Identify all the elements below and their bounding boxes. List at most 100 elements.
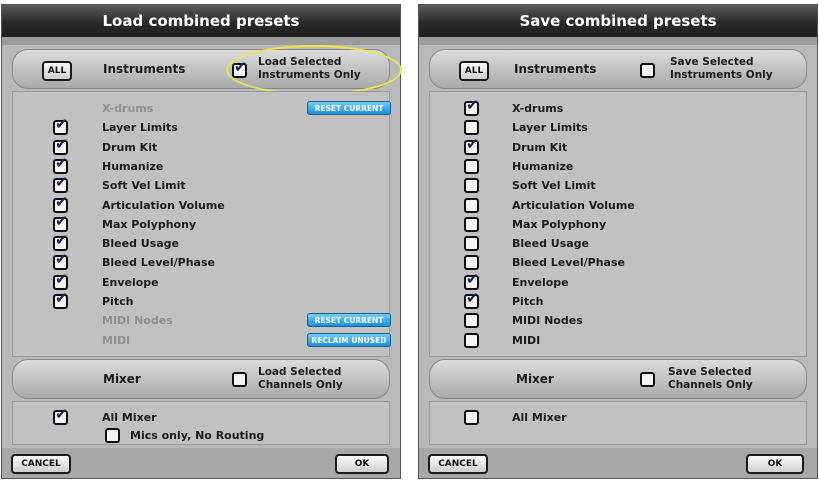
reset-current-button[interactable]: RESET CURRENT (307, 313, 391, 328)
item-label-x-drums: X-drums (512, 102, 564, 115)
item-label-soft-vel-limit: Soft Vel Limit (102, 179, 186, 193)
instruments-header: ALL Instruments Save Selected Instrument… (429, 49, 807, 89)
ok-button[interactable]: OK (335, 454, 389, 474)
checkbox-midi-nodes[interactable] (464, 313, 479, 329)
checkbox-bleed-usage[interactable] (464, 236, 479, 252)
cancel-button[interactable]: CANCEL (11, 454, 71, 474)
checkbox-articulation-volume[interactable] (464, 197, 479, 213)
checkmark-icon (55, 407, 68, 422)
checkbox-articulation-volume[interactable] (53, 195, 68, 213)
all-mixer-label: All Mixer (512, 411, 567, 424)
checkmark-icon (55, 137, 68, 152)
checkbox-drum-kit[interactable] (464, 139, 479, 155)
mixer-header: Mixer Load Selected Channels Only (12, 359, 390, 399)
all-mixer-label: All Mixer (102, 411, 157, 424)
save-selected-channels-checkbox[interactable] (640, 372, 655, 387)
item-label-articulation-volume: Articulation Volume (102, 198, 225, 212)
instruments-list: X-drums RESET CURRENT Layer Limits Drum Kit… (12, 91, 391, 357)
checkbox-midi[interactable] (464, 332, 479, 348)
checkbox-layer-limits[interactable] (53, 120, 68, 136)
all-mixer-checkbox[interactable] (53, 410, 68, 425)
checkmark-icon (55, 252, 68, 267)
item-label-midi-nodes: MIDI Nodes (102, 314, 173, 328)
item-label-bleed-level-phase: Bleed Level/Phase (102, 256, 215, 270)
save-selected-channels-label: Save Selected Channels Only (668, 366, 753, 391)
item-label-x-drums: X-drums (102, 102, 154, 115)
title-strip (419, 37, 817, 45)
mics-only-label: Mics only, No Routing (130, 429, 265, 442)
checkbox-soft-vel-limit[interactable] (464, 178, 479, 194)
item-label-humanize: Humanize (512, 159, 574, 173)
mixer-label: Mixer (516, 372, 554, 386)
save-selected-instruments-checkbox[interactable] (640, 63, 655, 78)
checkmark-icon (466, 291, 479, 306)
item-label-drum-kit: Drum Kit (512, 140, 568, 154)
save-dialog-title: Save combined presets (419, 5, 817, 37)
load-selected-channels-label: Load Selected Channels Only (258, 366, 343, 391)
ok-button[interactable]: OK (746, 454, 804, 474)
checkmark-icon (55, 291, 68, 306)
load-dialog-title: Load combined presets (2, 5, 400, 37)
item-label-drum-kit: Drum Kit (102, 140, 158, 154)
checkmark-icon (55, 195, 68, 210)
checkbox-humanize[interactable] (53, 156, 68, 174)
item-label-layer-limits: Layer Limits (102, 121, 178, 135)
checkmark-icon (234, 60, 247, 75)
item-label-humanize: Humanize (102, 159, 164, 173)
load-selected-instruments-checkbox[interactable] (232, 63, 247, 78)
checkbox-x-drums[interactable] (464, 101, 479, 116)
instruments-list: X-drums Layer Limits Drum Kit Humanize Soft … (429, 91, 807, 357)
reset-current-button[interactable]: RESET CURRENT (307, 101, 391, 115)
checkbox-drum-kit[interactable] (53, 137, 68, 155)
all-button[interactable]: ALL (459, 61, 489, 81)
checkbox-bleed-level-phase[interactable] (53, 252, 68, 271)
mixer-options: All Mixer (429, 401, 807, 445)
checkbox-envelope[interactable] (464, 272, 479, 290)
item-label-articulation-volume: Articulation Volume (512, 198, 635, 212)
checkmark-icon (466, 272, 479, 287)
item-label-pitch: Pitch (102, 295, 134, 308)
mics-only-checkbox[interactable] (105, 428, 120, 443)
checkbox-envelope[interactable] (53, 272, 68, 290)
checkmark-icon (55, 156, 68, 171)
instruments-label: Instruments (103, 62, 186, 76)
cancel-button[interactable]: CANCEL (428, 454, 488, 474)
checkbox-humanize[interactable] (464, 158, 479, 174)
item-label-bleed-usage: Bleed Usage (512, 237, 590, 251)
checkmark-icon (55, 272, 68, 287)
checkbox-soft-vel-limit[interactable] (53, 175, 68, 194)
title-strip (2, 37, 400, 45)
load-selected-channels-checkbox[interactable] (232, 372, 247, 387)
load-presets-dialog: Load combined presets ALL Instruments Lo… (1, 4, 402, 479)
item-label-max-polyphony: Max Polyphony (512, 217, 607, 231)
item-label-midi-nodes: MIDI Nodes (512, 314, 583, 328)
mixer-label: Mixer (103, 372, 141, 386)
all-button[interactable]: ALL (42, 61, 72, 81)
checkbox-max-polyphony[interactable] (53, 216, 68, 232)
all-mixer-checkbox[interactable] (464, 410, 479, 425)
checkbox-max-polyphony[interactable] (464, 216, 479, 232)
checkbox-layer-limits[interactable] (464, 120, 479, 136)
instruments-header: ALL Instruments Load Selected Instrument… (12, 49, 390, 89)
checkbox-pitch[interactable] (464, 294, 479, 309)
checkbox-bleed-usage[interactable] (53, 233, 68, 252)
save-selected-instruments-label: Save Selected Instruments Only (670, 56, 773, 81)
save-presets-dialog: Save combined presets ALL Instruments Sa… (418, 4, 818, 479)
checkmark-icon (55, 175, 68, 190)
instruments-label: Instruments (514, 62, 597, 76)
item-label-envelope: Envelope (102, 275, 159, 289)
item-label-layer-limits: Layer Limits (512, 121, 588, 135)
checkmark-icon (55, 233, 68, 248)
item-label-midi: MIDI (102, 333, 131, 347)
mixer-options: All Mixer Mics only, No Routing (12, 401, 390, 445)
checkbox-bleed-level-phase[interactable] (464, 255, 479, 271)
item-label-midi: MIDI (512, 333, 541, 347)
checkbox-pitch[interactable] (53, 294, 68, 309)
checkmark-icon (466, 98, 479, 113)
mixer-header: Mixer Save Selected Channels Only (429, 359, 807, 399)
item-label-bleed-usage: Bleed Usage (102, 237, 180, 251)
item-label-pitch: Pitch (512, 295, 544, 308)
item-label-envelope: Envelope (512, 275, 569, 289)
reclaim-unused-button[interactable]: RECLAIM UNUSED (307, 332, 391, 347)
item-label-soft-vel-limit: Soft Vel Limit (512, 179, 596, 193)
